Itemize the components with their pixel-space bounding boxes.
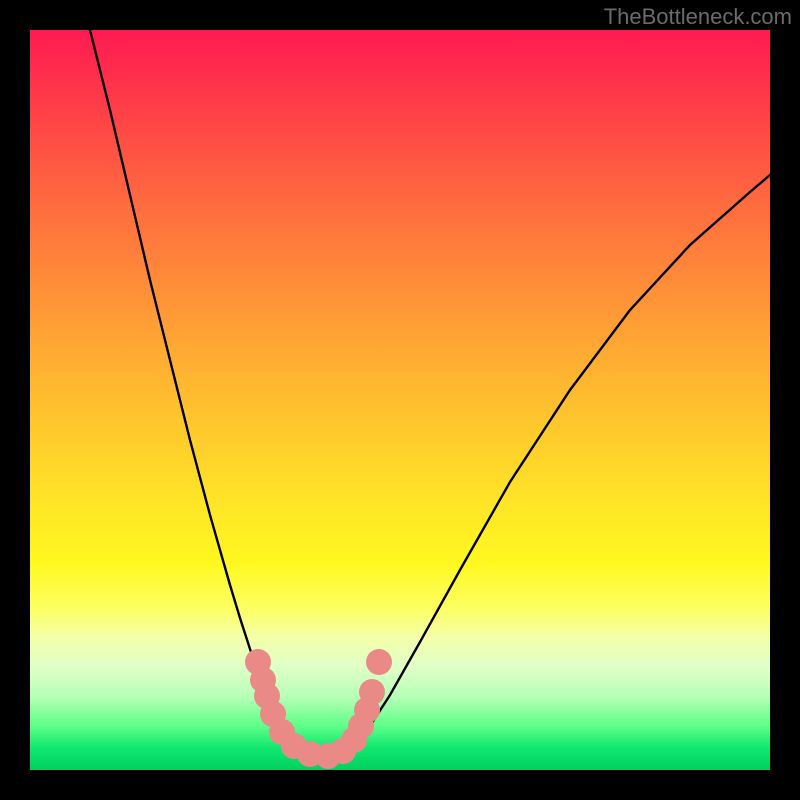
curve-left	[90, 30, 288, 740]
marker-dot	[366, 649, 392, 675]
curve-right	[354, 175, 770, 746]
watermark-label: TheBottleneck.com	[604, 4, 792, 30]
marker-dot	[359, 679, 385, 705]
plot-area	[30, 30, 770, 770]
chart-svg	[30, 30, 770, 770]
salmon-dots	[245, 649, 392, 769]
chart-frame: TheBottleneck.com	[0, 0, 800, 800]
